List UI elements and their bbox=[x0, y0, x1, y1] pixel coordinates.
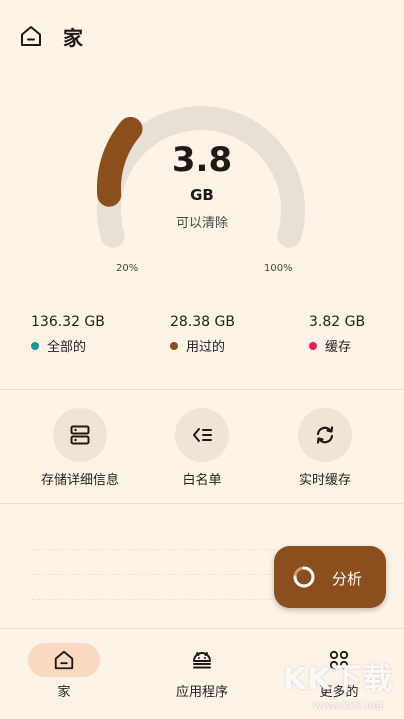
analyze-button[interactable]: 分析 bbox=[274, 546, 386, 608]
progress-ring-icon bbox=[293, 566, 315, 588]
cleanable-value: 3.8 bbox=[171, 140, 233, 180]
stat-value: 3.82 GB bbox=[309, 314, 366, 330]
storage-icon bbox=[70, 425, 90, 445]
legend-dot bbox=[170, 341, 178, 350]
app-header: 家 bbox=[0, 0, 404, 72]
stat-label: 缓存 bbox=[325, 340, 352, 355]
action-label: 实时缓存 bbox=[298, 473, 351, 488]
gauge-max-label: 100% bbox=[264, 263, 293, 274]
nav-label: 家 bbox=[57, 685, 71, 700]
realtime-cache-button[interactable]: 实时缓存 bbox=[270, 408, 380, 488]
storage-gauge: 3.8 GB 可以清除 20% 100% bbox=[96, 94, 308, 274]
action-label: 存储详细信息 bbox=[40, 473, 119, 488]
cleanable-unit: GB bbox=[190, 186, 214, 204]
stat-cache: 3.82 GB 缓存 bbox=[309, 314, 365, 355]
whitelist-button[interactable]: 白名单 bbox=[147, 408, 257, 488]
analyze-label: 分析 bbox=[332, 570, 363, 588]
nav-item-home[interactable]: 家 bbox=[9, 643, 119, 700]
legend-dot bbox=[31, 341, 39, 350]
stat-total: 136.32 GB 全部的 bbox=[31, 314, 105, 355]
stat-value: 136.32 GB bbox=[31, 314, 105, 330]
cleanable-caption: 可以清除 bbox=[175, 216, 228, 231]
divider bbox=[0, 389, 404, 390]
storage-details-button[interactable]: 存储详细信息 bbox=[25, 408, 135, 488]
gauge-min-label: 20% bbox=[116, 263, 139, 274]
refresh-icon bbox=[316, 426, 334, 444]
watermark-logo: KK下载 bbox=[283, 662, 394, 697]
stat-value: 28.38 GB bbox=[170, 314, 235, 330]
stat-used: 28.38 GB 用过的 bbox=[170, 314, 235, 355]
gauge-arc bbox=[96, 106, 305, 248]
divider bbox=[0, 503, 404, 504]
watermark-url: www.kkx.net bbox=[313, 699, 384, 712]
placeholder-line bbox=[32, 574, 276, 575]
home-icon bbox=[54, 650, 74, 670]
action-label: 白名单 bbox=[182, 473, 222, 488]
whitelist-icon bbox=[193, 428, 212, 442]
nav-label: 应用程序 bbox=[175, 685, 228, 700]
stat-label: 全部的 bbox=[47, 340, 87, 355]
stat-label: 用过的 bbox=[186, 340, 226, 355]
android-icon bbox=[193, 652, 211, 669]
placeholder-line bbox=[32, 549, 276, 550]
watermark: KK下载 www.kkx.net bbox=[283, 654, 401, 716]
page-title: 家 bbox=[63, 26, 84, 50]
home-icon[interactable] bbox=[19, 24, 43, 48]
legend-dot bbox=[309, 341, 317, 350]
nav-item-apps[interactable]: 应用程序 bbox=[147, 643, 257, 700]
placeholder-line bbox=[32, 599, 276, 600]
